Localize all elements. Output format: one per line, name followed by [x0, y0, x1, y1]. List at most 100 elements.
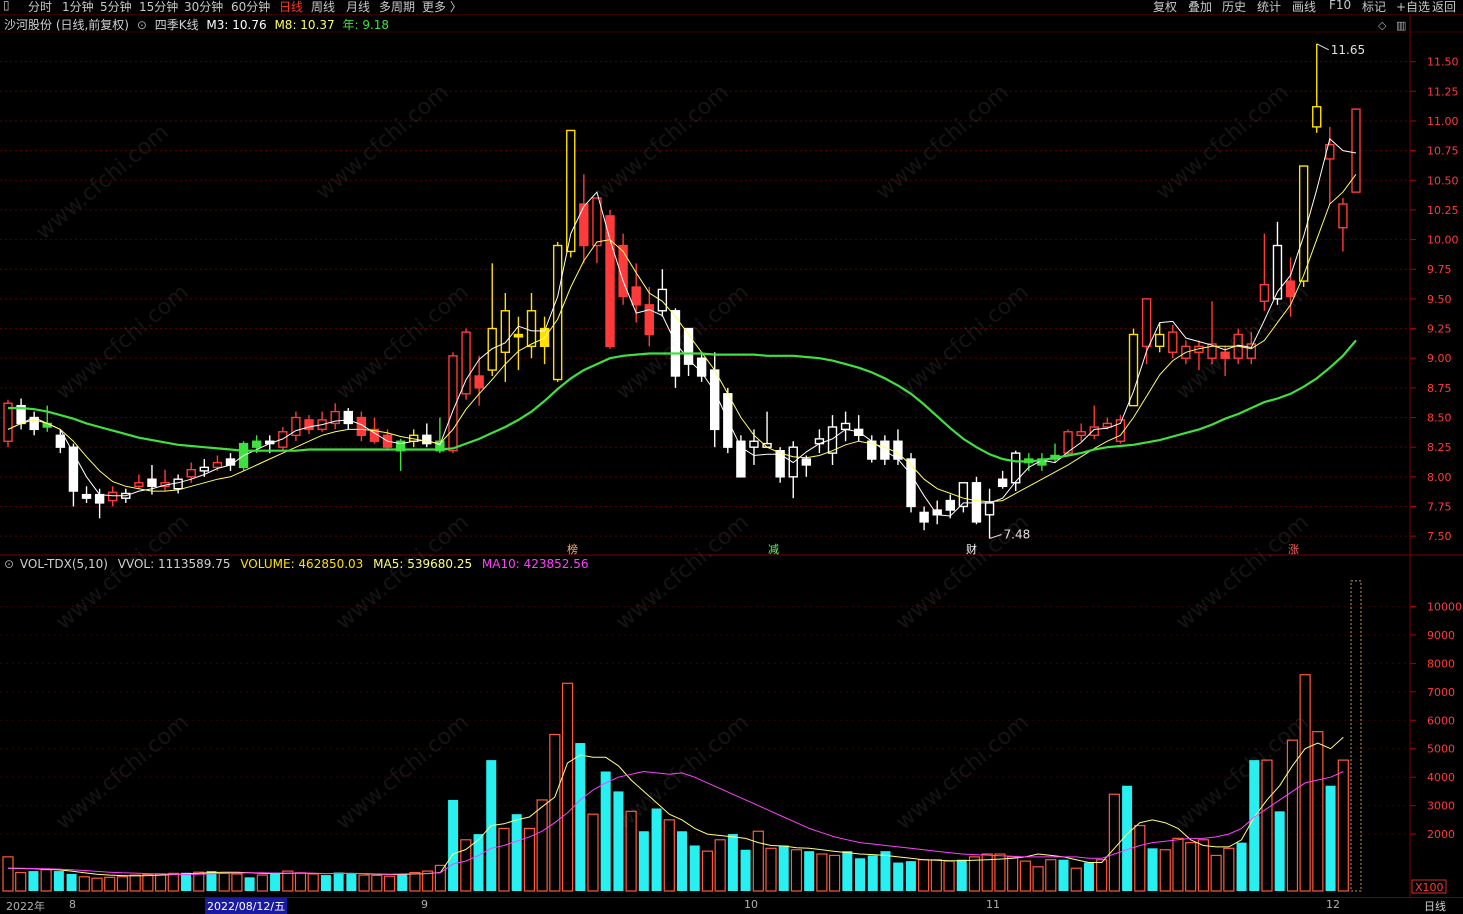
candle-body — [1285, 280, 1296, 298]
candle-body — [1272, 244, 1283, 300]
candle-body — [1312, 106, 1322, 128]
volume-bar — [740, 849, 751, 891]
candle-body — [107, 491, 118, 502]
candle-body — [749, 440, 759, 448]
volume-bar — [1197, 839, 1209, 892]
volume-bar — [1070, 867, 1082, 892]
volume-bar — [53, 871, 64, 891]
candle-body — [971, 482, 982, 523]
volume-tick-label: 6000 — [1427, 714, 1455, 727]
candle-body — [997, 478, 1008, 488]
stock-chart[interactable]: 7.50 7.75 8.00 8.25 8.50 8.75 9.00 9.25 9.50 9.75… — [0, 0, 1463, 912]
volume-bar — [956, 859, 967, 891]
volume-bar — [142, 873, 154, 892]
candle-body — [605, 215, 615, 348]
price-tick-label: 8.25 — [1427, 441, 1452, 454]
volume-bar — [1032, 866, 1044, 892]
candle-body — [592, 197, 602, 247]
date-axis: 2022年 8 2022/08/12/五 9 10 11 12 日线 — [0, 897, 1463, 914]
candle-body — [225, 458, 236, 466]
candle-body — [1089, 426, 1099, 437]
price-ma-line — [7, 137, 1357, 517]
volume-tick-label: 2000 — [1427, 828, 1455, 841]
date-label: 8 — [69, 898, 76, 911]
volume-bar — [371, 874, 383, 892]
candle-body — [945, 499, 955, 511]
volume-bar — [689, 845, 700, 891]
volume-bar — [918, 859, 930, 892]
volume-bar — [66, 873, 77, 891]
volume-bar — [651, 808, 662, 891]
volume-bar — [1096, 859, 1108, 892]
date-label: 12 — [1326, 898, 1340, 911]
candle-body — [1102, 422, 1113, 428]
volume-bar — [880, 851, 891, 891]
volume-bar — [1236, 842, 1247, 891]
candle-body — [919, 511, 929, 523]
candle-body — [343, 410, 353, 425]
event-tag: 榜 — [567, 542, 578, 556]
volume-bar — [752, 830, 764, 892]
candle-body — [42, 422, 52, 428]
candle-body — [186, 469, 196, 478]
volume-bar — [155, 873, 167, 892]
volume-bar — [804, 851, 815, 891]
volume-tick-label: 5000 — [1427, 743, 1455, 756]
price-tick-label: 10.25 — [1427, 204, 1459, 217]
volume-bar — [1159, 849, 1171, 892]
volume-bar — [1249, 760, 1260, 891]
volume-bar — [1286, 739, 1299, 892]
volume-unit-label: X100 — [1415, 881, 1444, 894]
volume-bar — [40, 869, 52, 892]
candle-body — [1351, 108, 1361, 193]
volume-bar — [244, 877, 255, 891]
price-tick-label: 9.25 — [1427, 323, 1452, 336]
volume-bar — [1337, 759, 1349, 892]
volume-bar — [1312, 731, 1324, 892]
price-tick-label: 11.25 — [1427, 85, 1459, 98]
candle-body — [1325, 143, 1335, 160]
volume-bar — [549, 733, 561, 892]
volume-bar — [855, 858, 866, 891]
volume-bar — [358, 874, 370, 892]
volume-bar — [498, 827, 510, 892]
candle-body — [1154, 333, 1165, 348]
price-tick-label: 7.50 — [1427, 530, 1452, 543]
volume-bar — [1083, 862, 1094, 891]
volume-tick-label: 3000 — [1427, 800, 1455, 813]
volume-bar — [536, 799, 548, 892]
volume-ma-line — [7, 736, 1344, 877]
date-label: 11 — [986, 898, 1000, 911]
volume-bar — [78, 876, 90, 892]
candle-body — [422, 434, 432, 445]
volume-bar — [930, 859, 942, 892]
candle-body — [461, 331, 471, 395]
event-tag: 财 — [966, 542, 977, 556]
volume-bar — [701, 850, 714, 892]
volume-bar — [1007, 856, 1019, 892]
candle-body — [173, 478, 183, 490]
volume-tick-label: 7000 — [1427, 686, 1455, 699]
price-tick-label: 10.00 — [1427, 234, 1459, 247]
candle-body — [840, 422, 851, 431]
volume-bar — [677, 831, 687, 891]
candle-body — [1259, 283, 1270, 302]
volume-bar — [294, 872, 307, 892]
candle-body — [710, 369, 720, 431]
volume-bar — [28, 871, 39, 891]
volume-bar — [511, 814, 522, 891]
high-marker-line — [1316, 43, 1329, 51]
volume-bar — [129, 874, 141, 892]
volume-bar — [943, 860, 955, 892]
volume-bar — [270, 872, 281, 891]
volume-bar — [561, 682, 574, 892]
candle-body — [94, 493, 105, 504]
candle-body — [513, 333, 524, 338]
volume-bar — [1261, 759, 1273, 892]
candle-body — [500, 310, 511, 353]
volume-bar — [116, 876, 129, 892]
candle-body — [147, 478, 157, 488]
candle-body — [1298, 165, 1309, 282]
candle-body — [526, 310, 537, 348]
candle-body — [631, 286, 641, 306]
